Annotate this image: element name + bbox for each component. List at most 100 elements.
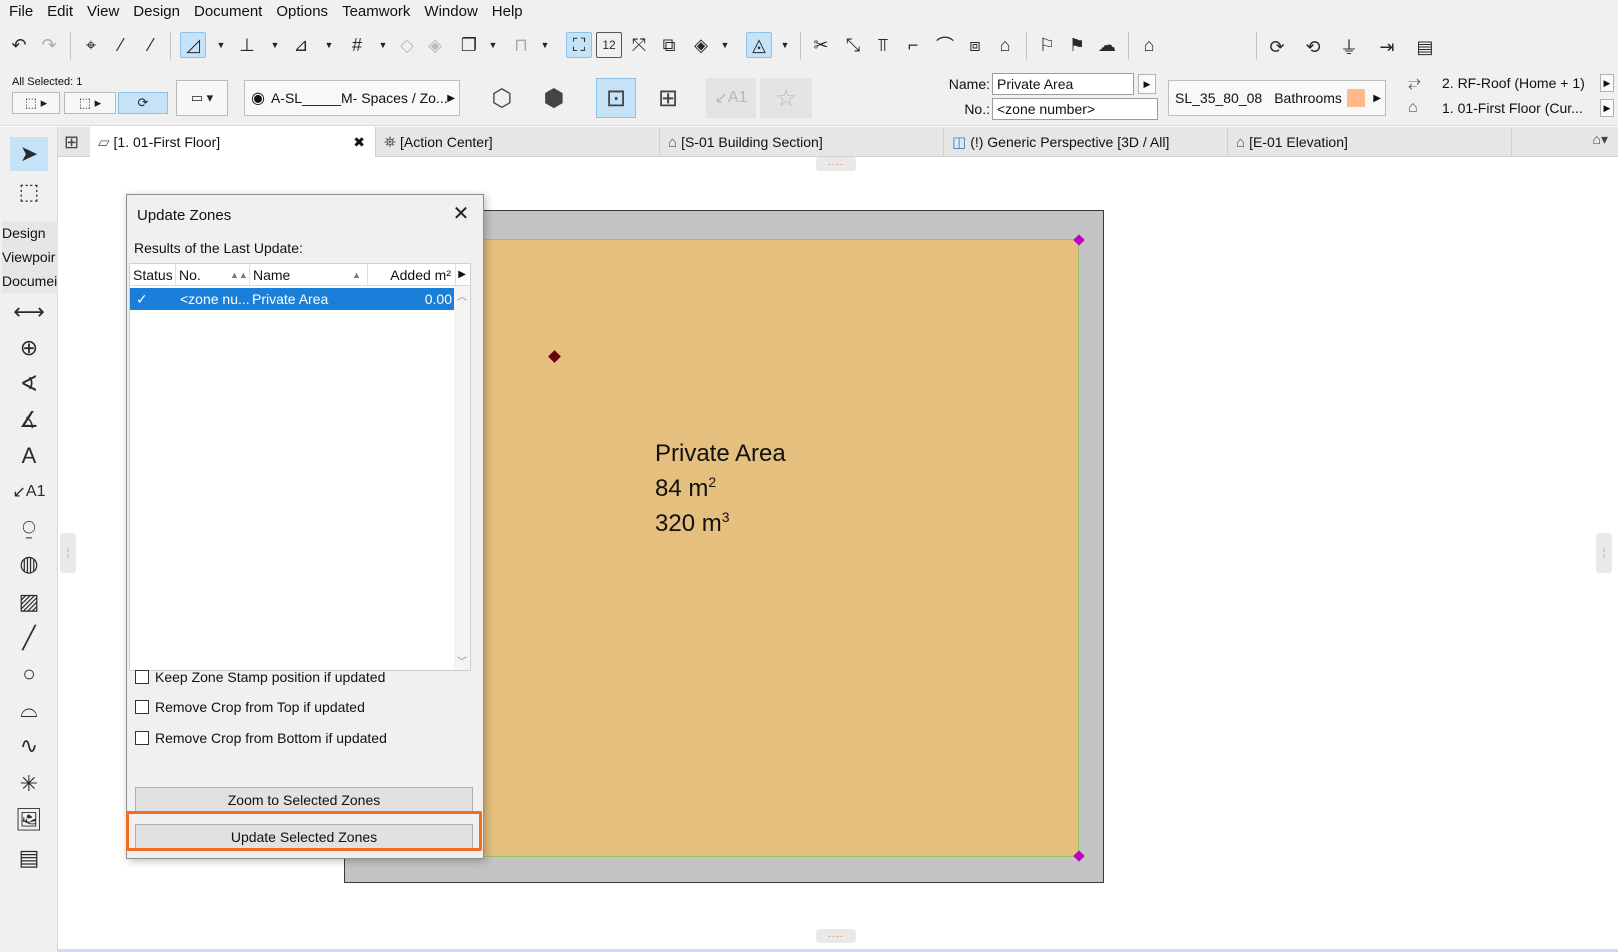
tab-building-section[interactable]: ⌂ [S-01 Building Section] [660,127,944,157]
chevron-down-icon[interactable]: ▼ [378,32,388,58]
selection-method-button[interactable]: ⬚ ▸ [12,92,60,114]
lock-icon[interactable]: ⊓ [508,32,534,58]
menu-help[interactable]: Help [485,0,530,24]
geometry-method-button[interactable]: ⟳ [118,92,168,114]
menu-file[interactable]: File [2,0,40,24]
tab-list-menu-icon[interactable]: ⌂▾ [1593,131,1608,148]
results-scrollbar[interactable]: ︿ ﹀ [454,286,470,670]
crop-icon[interactable]: ⊞ [648,78,688,118]
settings-dialog-button[interactable]: ▭ ▾ [176,80,228,116]
extend-icon[interactable]: ⫪ [870,32,896,58]
trace-reference-icon[interactable]: ❐ [456,32,482,58]
line-tool-icon[interactable]: ╱ [10,621,48,655]
circle-tool-icon[interactable]: ○ [10,657,48,691]
menu-view[interactable]: View [80,0,126,24]
hotspot-tool-icon[interactable]: ✳ [10,767,48,801]
column-name[interactable]: Name [250,264,368,286]
reference-line-icon[interactable]: ⊡ [596,78,636,118]
scroll-down-icon[interactable]: ﹀ [454,653,470,668]
top-edge-handle[interactable]: ---- [816,157,856,171]
tab-first-floor[interactable]: ▱ [1. 01-First Floor] ✖ [90,127,376,157]
toolbox-design-section[interactable]: Design [2,221,58,245]
label-tool-icon[interactable]: ↙ A1 [706,78,756,118]
label-tool-icon[interactable]: ↙ A1 [10,475,48,509]
pick-up-parameters-icon[interactable]: ⁄ [108,32,134,58]
redo-icon[interactable]: ↷ [36,32,62,58]
layer-selector[interactable]: ◉ A-SL_____M- Spaces / Zo... ▶ [244,80,460,116]
menu-design[interactable]: Design [126,0,187,24]
remove-crop-bottom-checkbox[interactable] [135,731,149,745]
fit-icon[interactable]: ⧉ [656,32,682,58]
keep-stamp-position-option[interactable]: Keep Zone Stamp position if updated [135,669,385,685]
chevron-down-icon[interactable]: ▼ [488,32,498,58]
home-story-selector[interactable]: ⌂ 1. 01-First Floor (Cur... ▶ [1408,99,1618,117]
zone-number-input[interactable] [992,98,1158,120]
chevron-right-icon[interactable]: ▶ [458,264,466,286]
menu-window[interactable]: Window [417,0,484,24]
tab-elevation[interactable]: ⌂ [E-01 Elevation] [1228,127,1512,157]
chevron-down-icon[interactable]: ▼ [540,32,550,58]
document-icon[interactable]: ▤ [1412,34,1438,60]
guide-lines-icon[interactable]: ◿ [180,32,206,58]
marquee-method-button[interactable]: ⬚ ▸ [64,92,116,114]
refresh-icon[interactable]: ⟳ [1264,34,1290,60]
chevron-down-icon[interactable]: ▼ [720,32,730,58]
flag-icon[interactable]: ⚐ [1034,32,1060,58]
scroll-up-icon[interactable]: ︿ [454,288,470,303]
close-icon[interactable]: ✕ [449,201,473,225]
zone-geometry-icon[interactable]: ⬡ [482,78,522,118]
marquee-tool-icon[interactable]: ⬚ [10,175,48,209]
menu-teamwork[interactable]: Teamwork [335,0,417,24]
spline-tool-icon[interactable]: ∿ [10,729,48,763]
close-tab-icon[interactable]: ✖ [353,134,365,151]
results-list[interactable]: Status No. ▲▲ Name ▲ Added m² ▶ ✓ <zone … [129,263,471,671]
update-selected-zones-button[interactable]: Update Selected Zones [135,824,473,850]
chevron-down-icon[interactable]: ▼ [270,32,280,58]
fillet-icon[interactable]: ⌒ [932,32,958,58]
right-edge-handle[interactable]: ¦ [1596,533,1612,573]
chevron-down-icon[interactable]: ▼ [216,32,226,58]
text-tool-icon[interactable]: A [10,439,48,473]
zone-name-input[interactable] [992,73,1134,95]
adjust-icon[interactable]: ⤡ [840,32,866,58]
chevron-down-icon[interactable]: ▼ [324,32,334,58]
column-status[interactable]: Status [130,264,176,286]
split-icon[interactable]: ✂ [808,32,834,58]
export-icon[interactable]: ⇥ [1374,34,1400,60]
keep-stamp-position-checkbox[interactable] [135,670,149,684]
undo-icon[interactable]: ↶ [6,32,32,58]
hatch-tool-icon[interactable]: ▨ [10,585,48,619]
angle-tool-icon[interactable]: ∡ [10,403,48,437]
zone-polygon[interactable]: Private Area 84 m2 320 m3 [478,239,1079,857]
tab-generic-perspective[interactable]: ◫ (!) Generic Perspective [3D / All] [944,127,1228,157]
renovation-filter-icon[interactable]: ⛶ [566,32,592,58]
zone-3d-icon[interactable]: ⬢ [534,78,574,118]
zone-tool-icon[interactable]: ⌂ [1136,32,1162,58]
chevron-right-icon[interactable]: ▶ [1600,74,1614,92]
column-added-area[interactable]: Added m² [368,264,456,286]
triangle-circle-icon[interactable]: ◬ [746,32,772,58]
coordinates-icon[interactable]: ⊿ [288,32,314,58]
intersect-icon[interactable]: ⌐ [900,32,926,58]
dimension-icon[interactable]: 12 [596,32,622,58]
drawing-tool-icon[interactable]: ▤ [10,841,48,875]
zone-stamp[interactable]: Private Area 84 m2 320 m3 [655,440,786,538]
graphic-override-icon[interactable]: ◈ [688,32,714,58]
top-story-selector[interactable]: ⥂ 2. RF-Roof (Home + 1) ▶ [1408,74,1618,92]
inject-parameters-icon[interactable]: ⁄ [138,32,164,58]
toolbox-viewpoint-section[interactable]: Viewpoir [2,245,58,269]
find-select-icon[interactable]: ⌖ [78,32,104,58]
autogroup-icon[interactable]: ◈ [422,32,448,58]
left-edge-handle[interactable]: ¦ [60,533,76,573]
remove-crop-top-checkbox[interactable] [135,700,149,714]
polyline-tool-icon[interactable]: ⌓ [10,693,48,727]
remove-crop-bottom-option[interactable]: Remove Crop from Bottom if updated [135,730,387,746]
name-menu-button[interactable]: ▶ [1138,74,1156,94]
zone-stamp-tool-icon[interactable]: ⍜ [10,511,48,545]
favorite-star-icon[interactable]: ☆ [760,78,812,118]
chevron-down-icon[interactable]: ▼ [780,32,790,58]
remove-crop-top-option[interactable]: Remove Crop from Top if updated [135,699,365,715]
tab-action-center[interactable]: ⛯ [Action Center] [376,127,660,157]
plug-icon[interactable]: ⏚ [1336,34,1362,60]
menu-edit[interactable]: Edit [40,0,80,24]
